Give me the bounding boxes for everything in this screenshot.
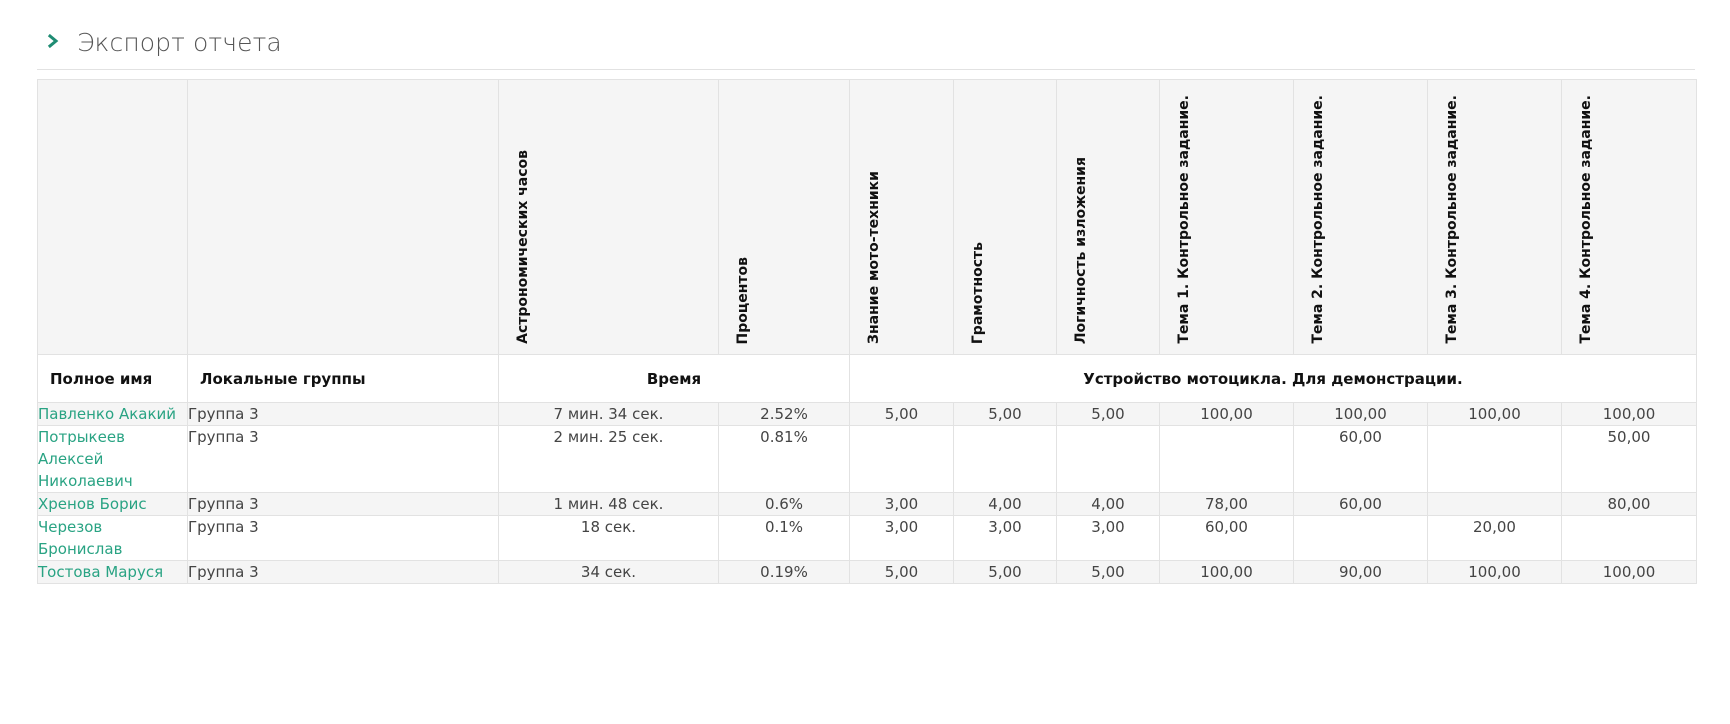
cell-literacy: 5,00 [953, 402, 1057, 426]
cell-literacy: 4,00 [953, 492, 1057, 516]
cell-topic-3: 20,00 [1427, 515, 1562, 561]
cell-literacy: 5,00 [953, 560, 1057, 584]
cell-moto-knowledge: 5,00 [849, 560, 954, 584]
col-header-topic-1[interactable]: Тема 1. Контрольное задание. [1159, 79, 1294, 355]
cell-moto-knowledge: 5,00 [849, 402, 954, 426]
cell-hours: 7 мин. 34 сек. [498, 402, 719, 426]
col-label: Тема 4. Контрольное задание. [1578, 95, 1594, 344]
col-header-moto-knowledge[interactable]: Знание мото-техники [849, 79, 954, 355]
col-header-local-groups[interactable]: Локальные группы [187, 354, 499, 403]
user-link[interactable]: Потрыкеев Алексей Николаевич [38, 428, 133, 490]
col-header-logic[interactable]: Логичность изложения [1056, 79, 1160, 355]
cell-topic-2: 100,00 [1293, 402, 1428, 426]
cell-literacy [953, 425, 1057, 493]
col-label: Грамотность [970, 241, 986, 344]
cell-percent: 2.52% [718, 402, 850, 426]
cell-topic-1 [1159, 425, 1294, 493]
cell-moto-knowledge [849, 425, 954, 493]
user-link[interactable]: Хренов Борис [38, 495, 147, 513]
cell-topic-2: 90,00 [1293, 560, 1428, 584]
cell-percent: 0.81% [718, 425, 850, 493]
rotated-header-row: Астрономических часов Процентов Знание м… [37, 79, 1697, 355]
col-label: Астрономических часов [515, 150, 531, 344]
cell-hours: 2 мин. 25 сек. [498, 425, 719, 493]
cell-topic-4: 80,00 [1561, 492, 1697, 516]
cell-moto-knowledge: 3,00 [849, 492, 954, 516]
cell-logic: 5,00 [1056, 560, 1160, 584]
col-header-astronomical-hours[interactable]: Астрономических часов [498, 79, 719, 355]
col-group-course: Устройство мотоцикла. Для демонстрации. [849, 354, 1697, 403]
cell-group: Группа 3 [187, 515, 499, 561]
cell-topic-3: 100,00 [1427, 402, 1562, 426]
cell-percent: 0.6% [718, 492, 850, 516]
col-header-literacy[interactable]: Грамотность [953, 79, 1057, 355]
cell-topic-3: 100,00 [1427, 560, 1562, 584]
cell-name: Черезов Бронислав [37, 515, 188, 561]
user-link[interactable]: Тостова Маруся [38, 563, 163, 581]
user-link[interactable]: Павленко Акакий [38, 405, 176, 423]
cell-topic-1: 100,00 [1159, 560, 1294, 584]
table-row: Потрыкеев Алексей Николаевич Группа 3 2 … [37, 425, 1697, 493]
cell-topic-2: 60,00 [1293, 492, 1428, 516]
cell-logic: 3,00 [1056, 515, 1160, 561]
cell-topic-4: 100,00 [1561, 560, 1697, 584]
chevron-right-icon[interactable] [46, 34, 60, 48]
report-table: Астрономических часов Процентов Знание м… [37, 79, 1697, 584]
table-row: Хренов Борис Группа 3 1 мин. 48 сек. 0.6… [37, 492, 1697, 516]
col-label: Логичность изложения [1073, 156, 1089, 344]
cell-topic-1: 100,00 [1159, 402, 1294, 426]
cell-topic-1: 60,00 [1159, 515, 1294, 561]
cell-moto-knowledge: 3,00 [849, 515, 954, 561]
cell-hours: 34 сек. [498, 560, 719, 584]
cell-group: Группа 3 [187, 402, 499, 426]
cell-topic-4: 50,00 [1561, 425, 1697, 493]
cell-group: Группа 3 [187, 560, 499, 584]
table-row: Черезов Бронислав Группа 3 18 сек. 0.1% … [37, 515, 1697, 561]
section-header: Экспорт отчета [37, 18, 1695, 70]
col-label: Процентов [735, 256, 751, 345]
table-row: Павленко Акакий Группа 3 7 мин. 34 сек. … [37, 402, 1697, 426]
col-header-topic-3[interactable]: Тема 3. Контрольное задание. [1427, 79, 1562, 355]
cell-name: Тостова Маруся [37, 560, 188, 584]
cell-logic: 4,00 [1056, 492, 1160, 516]
cell-group: Группа 3 [187, 425, 499, 493]
cell-topic-4: 100,00 [1561, 402, 1697, 426]
user-link[interactable]: Черезов Бронислав [38, 518, 122, 558]
cell-topic-3 [1427, 425, 1562, 493]
group-header-row: Полное имя Локальные группы Время Устрой… [37, 354, 1697, 403]
cell-hours: 1 мин. 48 сек. [498, 492, 719, 516]
cell-logic: 5,00 [1056, 402, 1160, 426]
header-blank [37, 79, 188, 355]
col-header-topic-2[interactable]: Тема 2. Контрольное задание. [1293, 79, 1428, 355]
cell-name: Потрыкеев Алексей Николаевич [37, 425, 188, 493]
col-header-percent[interactable]: Процентов [718, 79, 850, 355]
col-group-time: Время [498, 354, 850, 403]
page-title: Экспорт отчета [77, 28, 282, 57]
col-header-topic-4[interactable]: Тема 4. Контрольное задание. [1561, 79, 1697, 355]
cell-logic [1056, 425, 1160, 493]
cell-topic-2: 60,00 [1293, 425, 1428, 493]
header-blank [187, 79, 499, 355]
cell-topic-4 [1561, 515, 1697, 561]
cell-percent: 0.1% [718, 515, 850, 561]
cell-group: Группа 3 [187, 492, 499, 516]
col-label: Тема 1. Контрольное задание. [1176, 95, 1192, 344]
cell-hours: 18 сек. [498, 515, 719, 561]
cell-topic-1: 78,00 [1159, 492, 1294, 516]
cell-topic-3 [1427, 492, 1562, 516]
cell-percent: 0.19% [718, 560, 850, 584]
cell-literacy: 3,00 [953, 515, 1057, 561]
cell-name: Павленко Акакий [37, 402, 188, 426]
col-label: Знание мото-техники [866, 171, 882, 344]
col-label: Тема 3. Контрольное задание. [1444, 95, 1460, 344]
table-row: Тостова Маруся Группа 3 34 сек. 0.19% 5,… [37, 560, 1697, 584]
cell-topic-2 [1293, 515, 1428, 561]
col-header-full-name[interactable]: Полное имя [37, 354, 188, 403]
cell-name: Хренов Борис [37, 492, 188, 516]
table-body: Павленко Акакий Группа 3 7 мин. 34 сек. … [37, 402, 1697, 584]
col-label: Тема 2. Контрольное задание. [1310, 95, 1326, 344]
